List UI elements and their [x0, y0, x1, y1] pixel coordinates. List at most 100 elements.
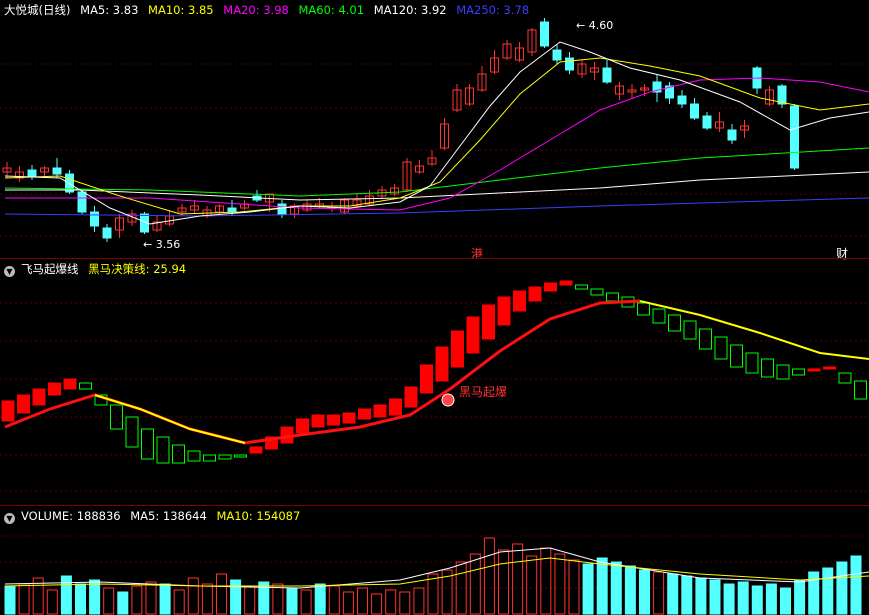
volume-bar — [751, 585, 763, 615]
volume-bar — [399, 591, 411, 615]
indicator-box — [606, 292, 619, 302]
indicator-box — [435, 346, 449, 382]
volume-bar — [314, 583, 326, 615]
indicator-box — [358, 408, 371, 420]
volume-bar — [357, 587, 368, 615]
volume-bar — [554, 553, 566, 615]
volume-bar — [4, 585, 16, 615]
indicator-box — [497, 296, 511, 326]
volume-bar — [159, 583, 171, 615]
volume-bar — [596, 557, 608, 615]
indicator-box — [342, 412, 356, 424]
ma120-legend: MA120: 3.92 — [373, 3, 447, 17]
indicator-box — [234, 454, 247, 458]
indicator-box — [249, 446, 263, 454]
ma60-legend: MA60: 4.01 — [298, 3, 365, 17]
volume-bar — [765, 583, 777, 615]
candle-body — [27, 169, 37, 177]
indicator-box — [296, 418, 309, 434]
indicator-panel[interactable]: ▼ 飞马起爆线 黑马决策线: 25.94 黑马起爆 — [0, 259, 869, 505]
volume-bar — [780, 587, 791, 615]
volume-ma5-legend: MA5: 138644 — [130, 509, 207, 523]
volume-bar — [60, 575, 72, 615]
indicator-box — [575, 284, 588, 290]
indicator-header: ▼ 飞马起爆线 黑马决策线: 25.94 — [4, 262, 192, 277]
indicator-box — [311, 414, 325, 428]
volume-bar — [639, 569, 650, 615]
indicator-box — [218, 454, 232, 460]
signal-label: 黑马起爆 — [459, 385, 508, 399]
stock-label: 大悦城(日线) — [4, 3, 71, 17]
candle-body — [77, 191, 87, 213]
candle-body — [52, 167, 62, 175]
ma5-line — [4, 41, 869, 225]
indicator-box — [838, 372, 852, 384]
indicator-box — [79, 382, 92, 390]
volume-bar — [512, 543, 524, 615]
volume-bar — [667, 573, 679, 615]
volume-bar — [103, 587, 115, 615]
price-panel[interactable]: 大悦城(日线) MA5: 3.83 MA10: 3.85 MA20: 3.98 … — [0, 0, 869, 261]
indicator-box — [559, 280, 573, 286]
volume-bar — [469, 553, 481, 615]
ma60-line — [4, 147, 869, 197]
indicator-box — [528, 286, 542, 302]
indicator-box — [156, 436, 170, 464]
volume-legend: VOLUME: 188836 — [21, 509, 121, 523]
candle-body — [565, 57, 574, 71]
indicator-box — [17, 394, 30, 414]
volume-bar — [624, 565, 636, 615]
indicator-box — [404, 386, 418, 408]
collapse-icon[interactable]: ▼ — [4, 266, 15, 277]
candle-body — [540, 21, 549, 47]
volume-bar — [413, 587, 425, 615]
volume-bar — [371, 593, 383, 615]
indicator-box — [466, 316, 480, 354]
candlestick-chart[interactable] — [0, 0, 869, 258]
volume-bar — [244, 585, 256, 615]
indicator-box — [451, 330, 464, 368]
indicator-box — [373, 404, 387, 418]
indicator-box — [420, 364, 433, 394]
ma5-legend: MA5: 3.83 — [80, 3, 139, 17]
indicator-box — [327, 414, 340, 426]
volume-bar — [808, 571, 820, 615]
volume-bar — [187, 577, 199, 615]
volume-bar — [300, 589, 312, 615]
indicator-box — [590, 288, 604, 296]
collapse-icon[interactable]: ▼ — [4, 513, 15, 524]
indicator-box — [172, 444, 185, 464]
volume-bar — [723, 583, 735, 615]
indicator-box — [730, 344, 743, 368]
indicator-box — [637, 302, 650, 316]
volume-bar — [385, 589, 397, 615]
volume-bar — [582, 563, 594, 615]
volume-bar — [145, 581, 157, 615]
volume-panel[interactable]: ▼ VOLUME: 188836 MA5: 138644 MA10: 154087 — [0, 506, 869, 615]
indicator-box — [63, 378, 77, 390]
indicator-box — [854, 380, 867, 400]
volume-bar — [230, 579, 242, 615]
indicator-chart[interactable] — [0, 259, 869, 505]
signal-dot — [441, 393, 455, 407]
indicator-box — [544, 282, 557, 292]
volume-bar — [695, 577, 707, 615]
candle-body — [777, 85, 787, 105]
indicator-box — [652, 308, 666, 324]
candle-body — [227, 207, 237, 213]
volume-bar — [483, 537, 495, 615]
candle-body — [552, 49, 562, 61]
volume-bar — [328, 585, 340, 615]
indicator-box — [482, 304, 495, 340]
volume-bar — [653, 571, 665, 615]
ma10-legend: MA10: 3.85 — [148, 3, 214, 17]
indicator-box — [776, 364, 790, 380]
volume-bar — [850, 555, 862, 615]
candle-body — [702, 115, 712, 129]
ma250-legend: MA250: 3.78 — [456, 3, 530, 17]
candle-body — [90, 211, 99, 227]
volume-bar — [610, 561, 622, 615]
candle-body — [790, 105, 799, 169]
indicator-box — [699, 328, 712, 350]
volume-bar — [822, 567, 834, 615]
